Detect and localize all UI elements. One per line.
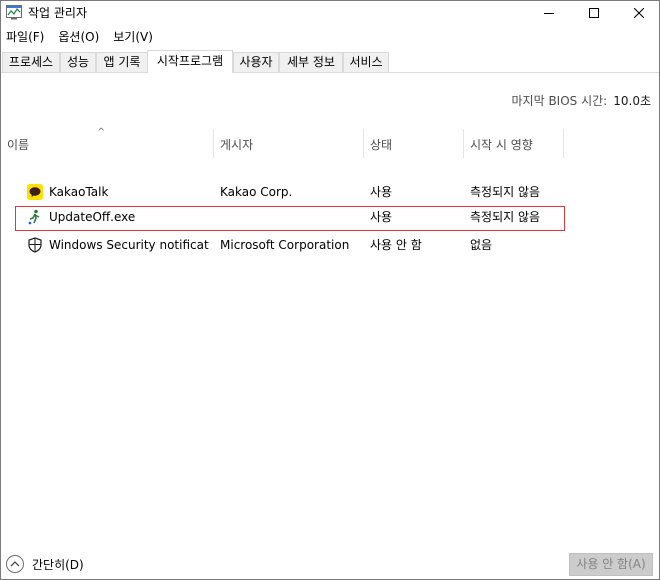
- tab-performance[interactable]: 성능: [60, 52, 96, 72]
- row-publisher: Microsoft Corporation: [220, 238, 350, 252]
- column-header-status[interactable]: 상태: [364, 129, 464, 158]
- tab-services[interactable]: 서비스: [343, 52, 389, 72]
- close-icon: [634, 7, 644, 18]
- minimize-button[interactable]: [526, 1, 572, 24]
- menu-options[interactable]: 옵션(O): [54, 27, 103, 47]
- menu-bar: 파일(F) 옵션(O) 보기(V): [1, 27, 659, 47]
- tab-bar: 프로세스 성능 앱 기록 시작프로그램 사용자 세부 정보 서비스: [1, 50, 659, 73]
- row-impact: 없음: [470, 238, 493, 252]
- chevron-up-icon: [10, 561, 20, 567]
- shield-icon: [28, 237, 42, 253]
- bios-time-value: 10.0초: [613, 94, 651, 108]
- column-header-startup-impact[interactable]: 시작 시 영향: [464, 129, 564, 158]
- task-manager-icon: [6, 5, 22, 20]
- bottom-bar: 간단히(D) 사용 안 함(A): [1, 550, 659, 579]
- tab-processes[interactable]: 프로세스: [2, 52, 60, 72]
- row-publisher: Kakao Corp.: [220, 185, 293, 199]
- disable-button[interactable]: 사용 안 함(A): [569, 553, 653, 576]
- menu-file[interactable]: 파일(F): [2, 27, 48, 47]
- table-header: ^ 이름 게시자 상태 시작 시 영향: [1, 127, 659, 158]
- minimize-icon: [544, 12, 554, 14]
- row-status: 사용 안 함: [370, 238, 422, 252]
- title-bar[interactable]: 작업 관리자: [1, 1, 659, 24]
- close-button[interactable]: [616, 1, 660, 24]
- table-row[interactable]: Windows Security notificati... Microsoft…: [1, 233, 659, 257]
- task-manager-window: 작업 관리자 파일(F) 옵션(O) 보기(V) 프로세스 성능 앱 기록 시작…: [0, 0, 660, 580]
- collapse-label[interactable]: 간단히(D): [32, 556, 84, 573]
- kakaotalk-icon: [27, 184, 43, 200]
- highlight-box: [15, 206, 565, 231]
- tab-details[interactable]: 세부 정보: [279, 52, 343, 72]
- table-row[interactable]: KakaoTalk Kakao Corp. 사용 측정되지 않음: [1, 180, 659, 204]
- window-title: 작업 관리자: [28, 6, 88, 20]
- tab-startup[interactable]: 시작프로그램: [147, 50, 233, 73]
- row-impact: 측정되지 않음: [470, 185, 541, 199]
- maximize-icon: [589, 7, 599, 18]
- menu-view[interactable]: 보기(V): [109, 27, 157, 47]
- column-header-name[interactable]: 이름: [1, 129, 214, 158]
- collapse-button[interactable]: [6, 555, 24, 573]
- maximize-button[interactable]: [571, 1, 617, 24]
- row-status: 사용: [370, 185, 393, 199]
- tab-users[interactable]: 사용자: [233, 52, 279, 72]
- bios-time: 마지막 BIOS 시간: 10.0초: [512, 92, 651, 109]
- bios-time-label: 마지막 BIOS 시간:: [511, 94, 608, 108]
- column-header-publisher[interactable]: 게시자: [214, 129, 364, 158]
- row-name: KakaoTalk: [49, 185, 109, 199]
- tab-app-history[interactable]: 앱 기록: [96, 52, 148, 72]
- row-name: Windows Security notificati...: [49, 238, 209, 252]
